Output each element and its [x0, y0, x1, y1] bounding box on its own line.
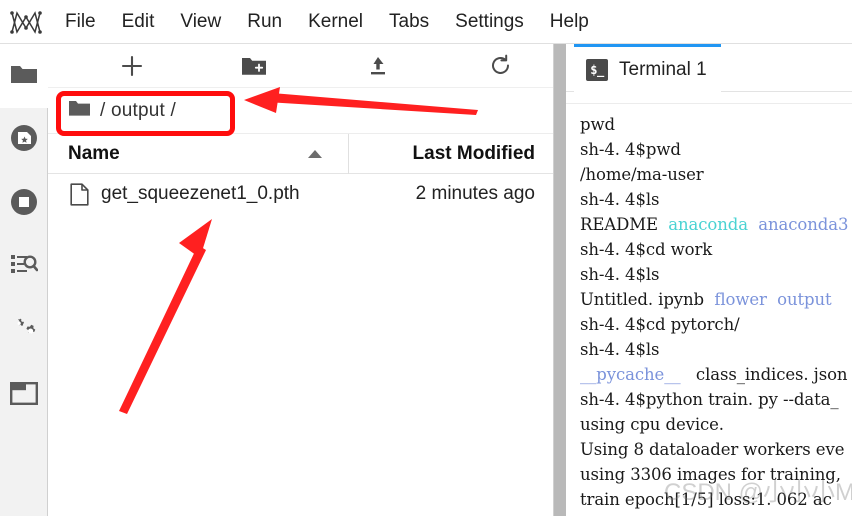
file-browser-panel: / output / Name Last Modified get_squeez… — [48, 44, 554, 516]
terminal-line: sh-4. 4$ls — [580, 340, 660, 359]
menu-item-kernel[interactable]: Kernel — [295, 0, 376, 44]
terminal-output[interactable]: pwd sh-4. 4$pwd/home/ma-user sh-4. 4$ls REA… — [566, 104, 852, 515]
menu-item-settings[interactable]: Settings — [442, 0, 537, 44]
folder-icon — [10, 62, 38, 91]
new-folder-button[interactable] — [222, 44, 286, 88]
menu-item-help[interactable]: Help — [537, 0, 602, 44]
terminal-line: sh-4. 4$python train. py --data_ — [580, 390, 839, 409]
terminal-line: README anaconda anaconda3 e — [580, 215, 849, 234]
panel-splitter[interactable] — [554, 44, 566, 516]
file-list-header: Name Last Modified — [48, 133, 553, 174]
breadcrumb-path[interactable]: / output / — [100, 100, 176, 122]
terminal-line: sh-4. 4$cd pytorch/ — [580, 315, 740, 334]
sort-ascending-icon[interactable] — [308, 149, 322, 158]
column-header-last-modified[interactable]: Last Modified — [349, 143, 553, 165]
terminal-line: sh-4. 4$ls — [580, 265, 660, 284]
upload-button[interactable] — [346, 44, 410, 88]
menu-item-run[interactable]: Run — [234, 0, 295, 44]
file-icon — [70, 182, 89, 206]
terminal-line: 1. 99s/it] — [580, 512, 852, 515]
terminal-tab-bar: $_ Terminal 1 — [566, 44, 852, 92]
file-name-label[interactable]: get_squeezenet1_0.pth — [101, 183, 300, 205]
terminal-toolbar — [566, 92, 852, 104]
tab-terminal-1[interactable]: $_ Terminal 1 — [574, 44, 721, 92]
new-launcher-button[interactable] — [100, 44, 164, 88]
terminal-line: sh-4. 4$ls — [580, 190, 660, 209]
table-row[interactable]: get_squeezenet1_0.pth 2 minutes ago — [48, 174, 553, 214]
terminal-line: pwd — [580, 115, 615, 134]
running-terminals-icon — [10, 124, 38, 157]
sidebar-item-table-of-contents[interactable] — [0, 236, 48, 300]
terminal-line: Using 8 dataloader workers eve — [580, 440, 845, 459]
sidebar-item-stop-kernel[interactable] — [0, 172, 48, 236]
gears-icon — [9, 317, 39, 348]
terminal-line: Untitled. ipynb flower output — [580, 290, 832, 309]
file-last-modified-label: 2 minutes ago — [415, 183, 535, 204]
terminal-line: sh-4. 4$pwd — [580, 140, 681, 159]
terminal-panel: $_ Terminal 1 pwd sh-4. 4$pwd/home/ma-use… — [566, 44, 852, 516]
sidebar-item-file-browser[interactable] — [0, 44, 48, 108]
sidebar-item-open-tabs[interactable] — [0, 364, 48, 428]
menu-item-file[interactable]: File — [52, 0, 109, 44]
sidebar-item-running-terminals[interactable] — [0, 108, 48, 172]
menu-item-view[interactable]: View — [167, 0, 234, 44]
column-header-name-label: Name — [68, 142, 120, 164]
terminal-line: __pycache__ class_indices. json — [580, 365, 848, 384]
menu-bar: File Edit View Run Kernel Tabs Settings … — [0, 0, 852, 44]
left-sidebar-rail — [0, 44, 48, 516]
stop-kernel-icon — [10, 188, 38, 221]
jupyterlab-window: File Edit View Run Kernel Tabs Settings … — [0, 0, 852, 516]
file-browser-toolbar — [48, 44, 553, 88]
sidebar-item-extension-manager[interactable] — [0, 300, 48, 364]
table-of-contents-search-icon — [10, 253, 39, 284]
folder-icon — [68, 99, 91, 122]
terminal-line: sh-4. 4$cd work — [580, 240, 713, 259]
jupyterlab-logo-icon — [0, 0, 52, 44]
tab-terminal-1-label: Terminal 1 — [619, 58, 707, 80]
breadcrumb[interactable]: / output / — [48, 88, 553, 134]
column-header-name[interactable]: Name — [48, 143, 348, 165]
terminal-line: /home/ma-user — [580, 165, 704, 184]
terminal-line: using cpu device. — [580, 415, 724, 434]
open-tabs-icon — [10, 382, 39, 410]
refresh-button[interactable] — [468, 44, 532, 88]
menu-item-edit[interactable]: Edit — [109, 0, 168, 44]
terminal-icon: $_ — [586, 58, 608, 81]
terminal-line: using 3306 images for training, — [580, 465, 841, 484]
terminal-line: train epoch[1/5] loss:1. 062 ac — [580, 490, 832, 509]
menu-item-tabs[interactable]: Tabs — [376, 0, 442, 44]
